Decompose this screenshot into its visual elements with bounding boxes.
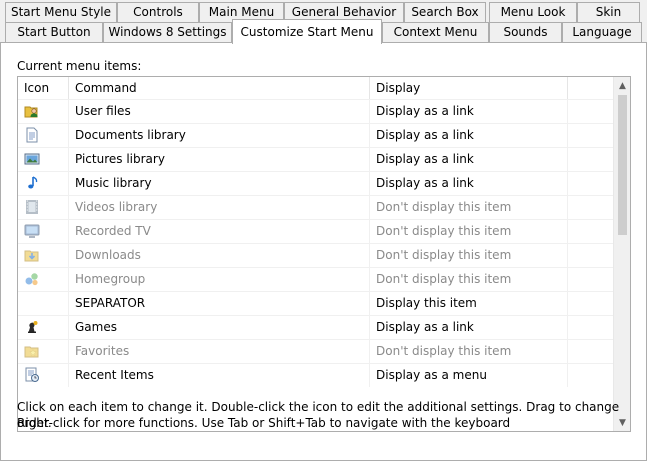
tab-context-menu[interactable]: Context Menu xyxy=(382,22,489,43)
row-display[interactable]: Don't display this item xyxy=(370,196,568,219)
pictures-icon xyxy=(24,151,40,167)
row-command[interactable]: Downloads xyxy=(69,244,370,267)
menu-items-list[interactable]: Icon Command Display User files Display a… xyxy=(17,76,631,432)
list-label: Current menu items: xyxy=(17,59,142,73)
row-command[interactable]: Games xyxy=(69,316,370,339)
tab-search-box[interactable]: Search Box xyxy=(404,2,486,23)
tab-start-menu-style[interactable]: Start Menu Style xyxy=(5,2,117,23)
row-command[interactable]: Music library xyxy=(69,172,370,195)
list-row[interactable]: Documents library Display as a link xyxy=(18,123,614,147)
list-row[interactable]: Recent Items Display as a menu xyxy=(18,363,614,387)
tab-windows-8-settings[interactable]: Windows 8 Settings xyxy=(103,22,232,43)
list-header: Icon Command Display xyxy=(18,77,614,99)
list-row[interactable]: Pictures library Display as a link xyxy=(18,147,614,171)
row-spacer xyxy=(568,292,614,315)
column-header-icon[interactable]: Icon xyxy=(18,77,69,99)
list-row[interactable]: Recorded TV Don't display this item xyxy=(18,219,614,243)
row-display[interactable]: Display as a link xyxy=(370,316,568,339)
list-row[interactable]: User files Display as a link xyxy=(18,99,614,123)
list-rows: User files Display as a link Documents lib… xyxy=(18,99,614,387)
videos-icon xyxy=(24,199,40,215)
music-icon xyxy=(24,175,40,191)
tab-sounds[interactable]: Sounds xyxy=(489,22,562,43)
row-command[interactable]: Pictures library xyxy=(69,148,370,171)
tab-language[interactable]: Language xyxy=(562,22,642,43)
row-command[interactable]: Videos library xyxy=(69,196,370,219)
vertical-scrollbar[interactable]: ▲ ▼ xyxy=(613,77,630,431)
row-command[interactable]: Documents library xyxy=(69,124,370,147)
row-icon-cell[interactable] xyxy=(18,340,69,363)
row-spacer xyxy=(568,364,614,387)
row-display[interactable]: Display as a link xyxy=(370,172,568,195)
tab-skin[interactable]: Skin xyxy=(577,2,640,23)
row-icon-cell[interactable] xyxy=(18,220,69,243)
row-display[interactable]: Don't display this item xyxy=(370,268,568,291)
tab-row-bottom: Start Button Windows 8 Settings Customize … xyxy=(0,19,647,44)
row-command[interactable]: SEPARATOR xyxy=(69,292,370,315)
row-icon-cell[interactable] xyxy=(18,316,69,339)
row-command[interactable]: Recent Items xyxy=(69,364,370,387)
row-icon-cell[interactable] xyxy=(18,196,69,219)
row-display[interactable]: Display as a link xyxy=(370,124,568,147)
row-spacer xyxy=(568,340,614,363)
list-row[interactable]: Downloads Don't display this item xyxy=(18,243,614,267)
row-spacer xyxy=(568,124,614,147)
row-icon-cell[interactable] xyxy=(18,124,69,147)
list-row[interactable]: Music library Display as a link xyxy=(18,171,614,195)
scrollbar-thumb[interactable] xyxy=(618,95,627,235)
row-display[interactable]: Display this item xyxy=(370,292,568,315)
row-icon-cell[interactable] xyxy=(18,292,69,315)
homegroup-icon xyxy=(24,271,40,287)
games-icon xyxy=(24,319,40,335)
tab-controls[interactable]: Controls xyxy=(117,2,199,23)
row-spacer xyxy=(568,316,614,339)
user-files-icon xyxy=(24,103,40,119)
scroll-up-arrow-icon[interactable]: ▲ xyxy=(614,77,630,94)
row-icon-cell[interactable] xyxy=(18,148,69,171)
help-text-line-2: Right-click for more functions. Use Tab … xyxy=(17,416,511,430)
row-spacer xyxy=(568,172,614,195)
list-row[interactable]: SEPARATOR Display this item xyxy=(18,291,614,315)
list-row[interactable]: Homegroup Don't display this item xyxy=(18,267,614,291)
row-icon-cell[interactable] xyxy=(18,364,69,387)
row-icon-cell[interactable] xyxy=(18,100,69,123)
list-row[interactable]: Games Display as a link xyxy=(18,315,614,339)
tab-menu-look[interactable]: Menu Look xyxy=(489,2,577,23)
tab-start-button[interactable]: Start Button xyxy=(5,22,103,43)
row-display[interactable]: Don't display this item xyxy=(370,340,568,363)
documents-icon xyxy=(24,127,40,143)
recent-items-icon xyxy=(24,367,40,383)
recorded-tv-icon xyxy=(24,223,40,239)
row-command[interactable]: Recorded TV xyxy=(69,220,370,243)
row-command[interactable]: User files xyxy=(69,100,370,123)
row-command[interactable]: Homegroup xyxy=(69,268,370,291)
row-spacer xyxy=(568,196,614,219)
row-spacer xyxy=(568,220,614,243)
column-header-command[interactable]: Command xyxy=(69,77,370,99)
row-display[interactable]: Don't display this item xyxy=(370,244,568,267)
row-icon-cell[interactable] xyxy=(18,172,69,195)
row-spacer xyxy=(568,244,614,267)
list-row[interactable]: Videos library Don't display this item xyxy=(18,195,614,219)
favorites-icon xyxy=(24,343,40,359)
row-icon-cell[interactable] xyxy=(18,268,69,291)
row-command[interactable]: Favorites xyxy=(69,340,370,363)
row-spacer xyxy=(568,148,614,171)
row-display[interactable]: Display as a menu xyxy=(370,364,568,387)
row-icon-cell[interactable] xyxy=(18,244,69,267)
row-display[interactable]: Display as a link xyxy=(370,100,568,123)
column-header-spacer xyxy=(568,77,614,99)
row-spacer xyxy=(568,268,614,291)
column-header-display[interactable]: Display xyxy=(370,77,568,99)
customize-start-menu-panel: Current menu items: Icon Command Display… xyxy=(0,42,647,461)
tab-customize-start-menu[interactable]: Customize Start Menu xyxy=(232,19,382,44)
downloads-icon xyxy=(24,247,40,263)
row-display[interactable]: Don't display this item xyxy=(370,220,568,243)
row-display[interactable]: Display as a link xyxy=(370,148,568,171)
row-spacer xyxy=(568,100,614,123)
list-row[interactable]: Favorites Don't display this item xyxy=(18,339,614,363)
